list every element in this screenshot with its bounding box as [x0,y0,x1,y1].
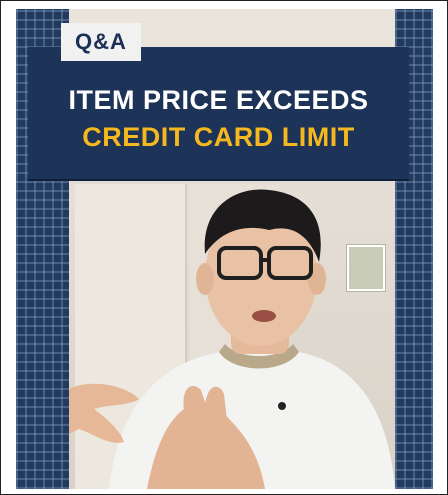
mouth [252,310,276,322]
headline-line-2: CREDIT CARD LIMIT [82,122,355,152]
lapel-mic [278,402,286,410]
headline-line-1: ITEM PRICE EXCEEDS [68,85,369,115]
qa-badge: Q&A [61,23,141,61]
screenshot-frame: ITEM PRICE EXCEEDS CREDIT CARD LIMIT Q&A [0,0,448,495]
left-ear [196,263,214,295]
headline-banner: ITEM PRICE EXCEEDS CREDIT CARD LIMIT [28,47,409,179]
presenter-illustration [69,189,395,489]
wall-decoration [274,209,344,359]
